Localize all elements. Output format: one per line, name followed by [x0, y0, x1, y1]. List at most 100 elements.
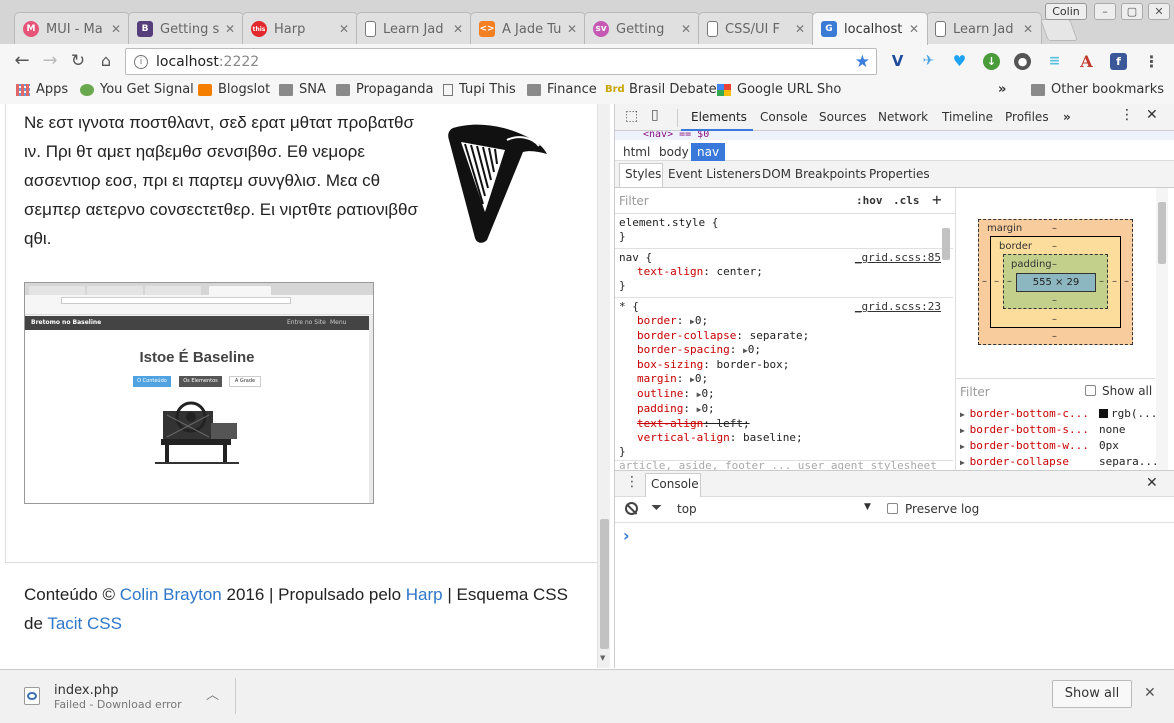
address-bar[interactable]: i localhost:2222 ★: [125, 48, 877, 75]
tab-close-icon[interactable]: ✕: [225, 22, 235, 36]
subtab-styles[interactable]: Styles: [625, 167, 661, 181]
expand-triangle-icon[interactable]: ▶: [960, 458, 970, 467]
page-scrollbar-thumb[interactable]: [600, 519, 609, 649]
browser-tab[interactable]: sv Getting ✕: [584, 12, 700, 45]
computed-property-row[interactable]: ▶ border-bottom-s... none: [960, 423, 1155, 436]
expand-triangle-icon[interactable]: ▶: [960, 442, 970, 451]
computed-property-row[interactable]: ▶ border-bottom-w... 0px: [960, 439, 1155, 452]
extension-bird-icon[interactable]: ✈: [920, 53, 937, 70]
tab-close-icon[interactable]: ✕: [681, 22, 691, 36]
bookmark-propaganda[interactable]: Propaganda: [336, 82, 434, 97]
styles-scrollbar-thumb[interactable]: [942, 228, 950, 260]
extension-a-icon[interactable]: A: [1078, 53, 1095, 70]
scroll-down-icon[interactable]: ▼: [600, 654, 605, 662]
css-declaration[interactable]: text-align: left;: [619, 417, 941, 431]
devtools-tab-network[interactable]: Network: [878, 110, 928, 124]
tab-close-icon[interactable]: ✕: [1023, 22, 1033, 36]
author-link[interactable]: Colin Brayton: [120, 585, 222, 604]
back-icon[interactable]: ←: [10, 50, 34, 74]
show-all-checkbox[interactable]: [1085, 385, 1096, 396]
download-filename[interactable]: index.php: [54, 683, 118, 698]
inspect-element-icon[interactable]: ⬚: [625, 108, 638, 124]
bookmark-sna[interactable]: SNA: [279, 82, 326, 97]
subtab-properties[interactable]: Properties: [869, 167, 930, 181]
reload-icon[interactable]: ↻: [66, 50, 90, 74]
browser-tab[interactable]: Learn Jad ✕: [356, 12, 472, 45]
browser-tab[interactable]: Glocalhost ✕: [812, 12, 928, 45]
new-rule-icon[interactable]: +: [932, 190, 942, 209]
browser-tab[interactable]: B Getting s ✕: [128, 12, 244, 45]
devtools-tab-profiles[interactable]: Profiles: [1005, 110, 1049, 124]
other-bookmarks[interactable]: Other bookmarks: [1031, 82, 1164, 97]
computed-property-row[interactable]: ▶ border-bottom-c... rgb(...: [960, 407, 1157, 420]
css-declaration[interactable]: padding: ▶0;: [619, 402, 941, 417]
extension-globe-icon[interactable]: ●: [1014, 53, 1031, 70]
context-dropdown-icon[interactable]: ▼: [864, 502, 871, 512]
css-declaration[interactable]: margin: ▶0;: [619, 372, 941, 387]
tacit-css-link[interactable]: Tacit CSS: [47, 614, 122, 633]
box-content[interactable]: 555 × 29: [1016, 273, 1096, 292]
star-rule-source-link[interactable]: _grid.scss:23: [855, 300, 941, 314]
page-info-icon[interactable]: i: [134, 54, 148, 69]
devtools-tab-sources[interactable]: Sources: [819, 110, 866, 124]
facebook-icon[interactable]: f: [1110, 53, 1127, 70]
hover-state-toggle[interactable]: :hov: [856, 194, 883, 207]
css-declaration[interactable]: vertical-align: baseline;: [619, 431, 941, 445]
tab-close-icon[interactable]: ✕: [339, 22, 349, 36]
expand-triangle-icon[interactable]: ▶: [960, 426, 970, 435]
computed-property-row[interactable]: ▶ border-collapse separa...: [960, 455, 1159, 468]
css-declaration[interactable]: border: ▶0;: [619, 314, 941, 329]
crumb-nav[interactable]: nav: [691, 143, 726, 161]
page-scrollbar[interactable]: ▼: [597, 104, 610, 668]
devtools-tab-elements[interactable]: Elements: [691, 110, 747, 124]
bookmark-finance[interactable]: Finance: [527, 82, 597, 97]
device-mode-icon[interactable]: ▯: [651, 107, 659, 123]
css-declaration[interactable]: border-collapse: separate;: [619, 329, 941, 343]
computed-filter-input[interactable]: Filter: [960, 385, 990, 399]
computed-scrollbar-thumb[interactable]: [1158, 202, 1166, 264]
drawer-close-icon[interactable]: ✕: [1146, 475, 1158, 491]
show-all-downloads-button[interactable]: Show all: [1052, 680, 1132, 708]
tab-close-icon[interactable]: ✕: [111, 22, 121, 36]
browser-tab[interactable]: <> A Jade Tu ✕: [470, 12, 586, 45]
bookmarks-overflow-button[interactable]: »: [998, 82, 1006, 97]
color-swatch[interactable]: [1099, 409, 1108, 418]
devtools-tab-timeline[interactable]: Timeline: [942, 110, 993, 124]
expand-triangle-icon[interactable]: ▶: [960, 410, 970, 419]
rule-element-style[interactable]: element.style { }: [619, 216, 941, 244]
bookmark-google-url-shortener[interactable]: Google URL Shorten: [717, 82, 842, 97]
close-window-button[interactable]: ✕: [1148, 3, 1170, 20]
bookmark-apps[interactable]: Apps: [16, 82, 68, 97]
tab-close-icon[interactable]: ✕: [453, 22, 463, 36]
forward-icon[interactable]: →: [38, 50, 62, 74]
context-selector[interactable]: top: [677, 502, 697, 516]
bookmark-you-get-signal[interactable]: You Get Signal: [80, 82, 194, 97]
minimize-button[interactable]: –: [1094, 3, 1116, 20]
styles-filter-input[interactable]: Filter: [619, 194, 649, 208]
extension-download-icon[interactable]: ↓: [983, 53, 1000, 70]
close-download-bar-icon[interactable]: ✕: [1144, 685, 1156, 701]
tab-close-icon[interactable]: ✕: [795, 22, 805, 36]
selected-node-line[interactable]: <nav> == $0: [615, 131, 1174, 140]
drawer-tab-console[interactable]: Console: [651, 477, 699, 491]
crumb-body[interactable]: body: [653, 143, 695, 161]
filter-funnel-icon[interactable]: ⏷: [651, 500, 662, 516]
class-toggle[interactable]: .cls: [893, 194, 920, 207]
nav-rule-source-link[interactable]: _grid.scss:85: [855, 251, 941, 265]
profile-button[interactable]: Colin: [1045, 3, 1087, 20]
computed-scrollbar[interactable]: [1156, 188, 1168, 470]
tab-close-icon[interactable]: ✕: [567, 22, 577, 36]
subtab-event-listeners[interactable]: Event Listeners: [668, 167, 761, 181]
browser-tab[interactable]: M MUI - Ma ✕: [14, 12, 130, 45]
drawer-menu-icon[interactable]: ⋮: [625, 474, 639, 490]
subtab-dom-breakpoints[interactable]: DOM Breakpoints: [762, 167, 866, 181]
maximize-button[interactable]: ▢: [1121, 3, 1143, 20]
bookmark-tupi-this[interactable]: Tupi This: [443, 82, 516, 97]
clear-console-icon[interactable]: [625, 502, 638, 515]
extension-v-icon[interactable]: V: [889, 53, 906, 70]
css-declaration[interactable]: outline: ▶0;: [619, 387, 941, 402]
download-options-chevron-icon[interactable]: ︿: [206, 684, 219, 703]
browser-tab[interactable]: CSS/UI F ✕: [698, 12, 814, 45]
crumb-html[interactable]: html: [617, 143, 656, 161]
bookmark-blogslot[interactable]: Blogslot: [198, 82, 270, 97]
